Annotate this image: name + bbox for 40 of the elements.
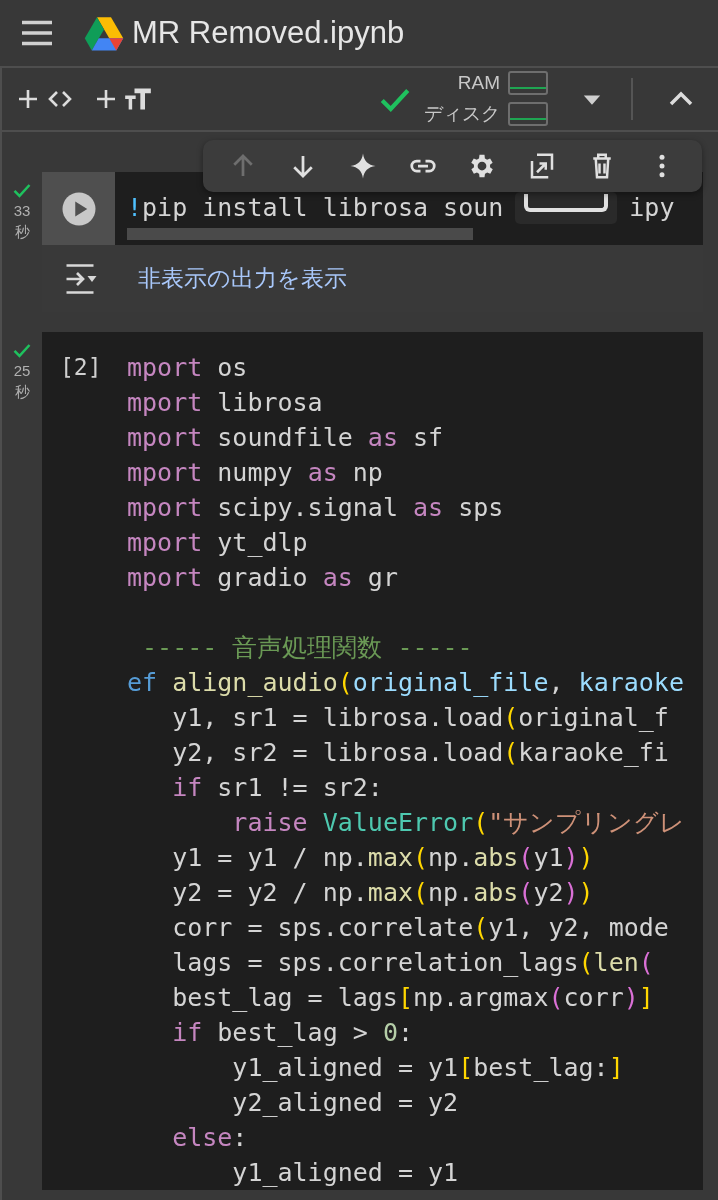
code-line: y2 = y2 / np.max(np.abs(y2)): [171, 877, 595, 909]
code-line: if best_lag > 0:: [171, 1017, 414, 1049]
code-line: ----- 音声処理関数 -----: [141, 632, 474, 664]
code-line: if sr1 != sr2:: [171, 772, 384, 804]
plus-icon: [94, 87, 118, 111]
code-line: mport scipy.signal as sps: [127, 492, 505, 524]
code-line: mport yt_dlp: [127, 527, 309, 559]
execution-count: [2]: [59, 353, 103, 382]
resource-label: RAM: [457, 72, 500, 94]
run-time: 25: [13, 361, 31, 381]
time-unit: 秒: [14, 222, 30, 242]
run-button-icon[interactable]: [60, 190, 97, 227]
horizontal-scrollbar[interactable]: [127, 228, 473, 240]
code-line: y1, sr1 = librosa.load(original_f: [171, 702, 670, 734]
code-line: y1 = y1 / np.max(np.abs(y1)): [171, 842, 595, 874]
code-line: mport numpy as np: [127, 457, 384, 489]
resource-label: ディスク: [424, 102, 500, 126]
code-line: y2, sr2 = librosa.load(karaoke_fi: [171, 737, 670, 769]
code-line: lags = sps.correlation_lags(len(: [171, 947, 655, 979]
code-line: y1_aligned = y1[best_lag:]: [231, 1052, 625, 1084]
code-line: best_lag = lags[np.argmax(corr)]: [171, 982, 655, 1014]
code-line: mport soundfile as sf: [127, 422, 445, 454]
code-line: corr = sps.correlate(y1, y2, mode: [171, 912, 670, 944]
code-line: y2_aligned = y2: [231, 1087, 460, 1119]
code-line: raise ValueError("サンプリングレ: [231, 807, 687, 839]
code-line: !pip install librosa soun: [127, 192, 504, 224]
code-fragment: ipy: [629, 192, 675, 224]
show-hidden-output-link[interactable]: 非表示の出力を表示: [138, 263, 347, 294]
usage-graph: [508, 102, 548, 126]
usage-graph: [508, 71, 548, 95]
code-line: mport librosa: [127, 387, 324, 419]
code-line: ef align_audio(original_file, karaoke: [127, 667, 685, 699]
notebook-title: MR Removed.ipynb: [132, 15, 405, 51]
time-unit: 秒: [14, 382, 30, 402]
code-line: mport os: [127, 352, 249, 384]
code-line: mport gradio as gr: [127, 562, 399, 594]
code-line: y1_aligned = y1: [231, 1157, 460, 1189]
code-line: else:: [171, 1122, 249, 1154]
plus-icon: [16, 87, 40, 111]
run-time: 33: [13, 201, 31, 221]
